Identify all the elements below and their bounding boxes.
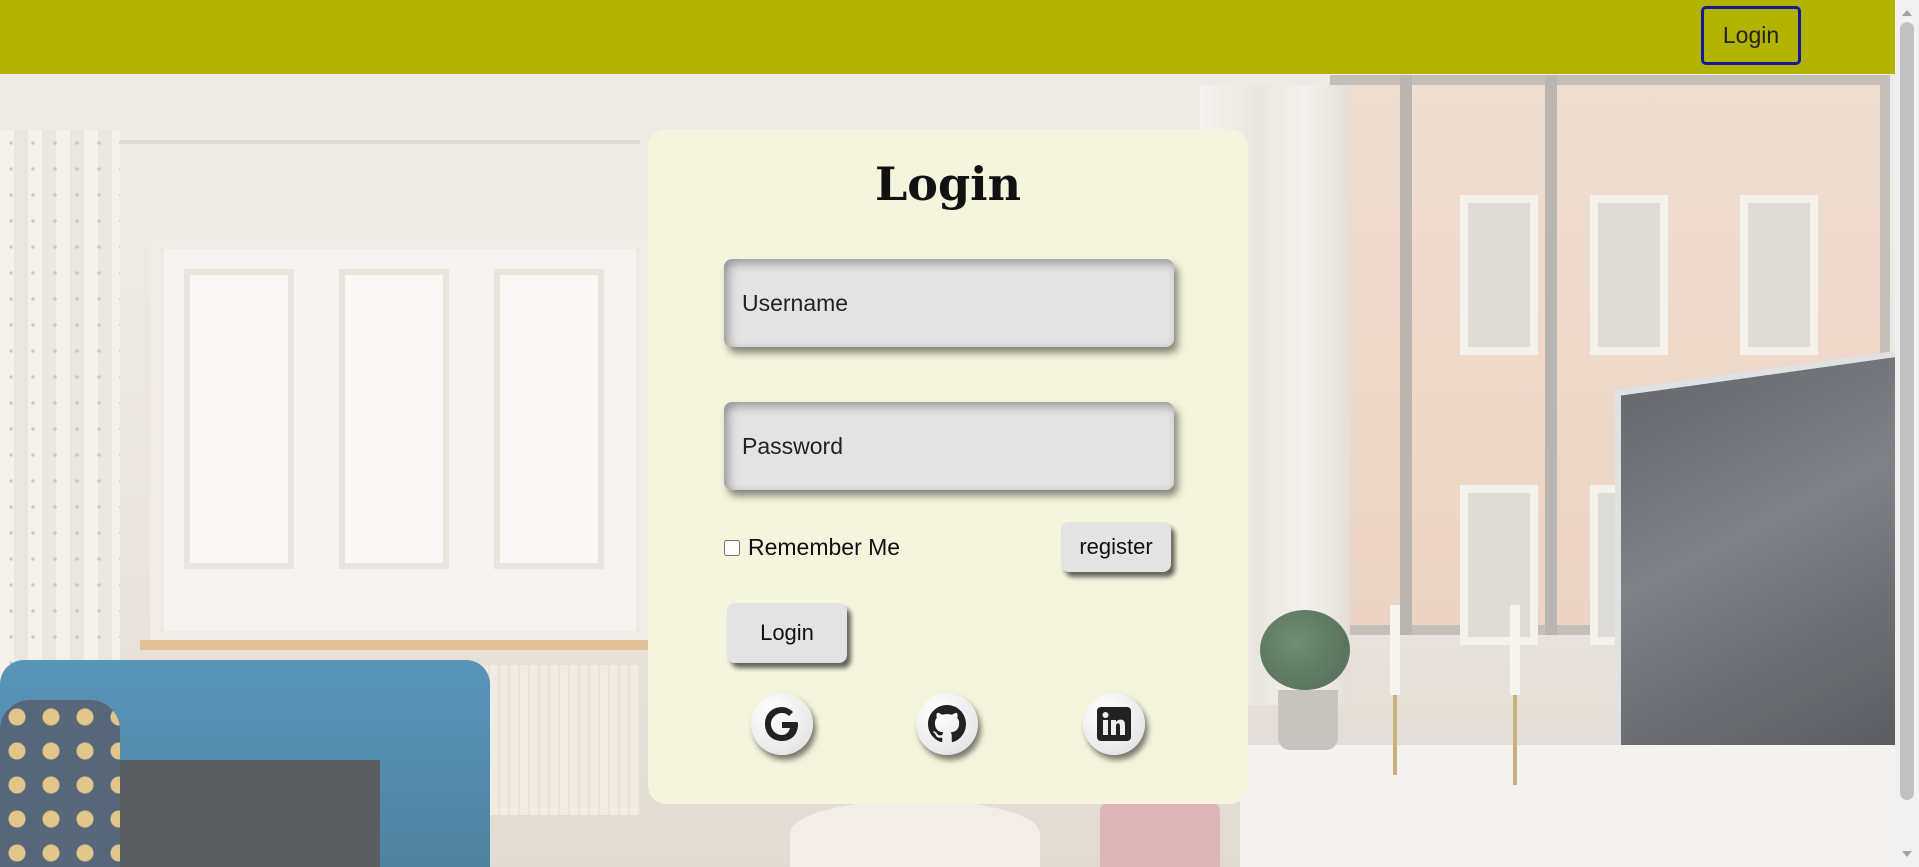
vertical-scrollbar[interactable] xyxy=(1895,0,1919,867)
remember-me-checkbox[interactable] xyxy=(724,539,740,556)
login-submit-button[interactable]: Login xyxy=(727,603,847,663)
nav-login-button[interactable]: Login xyxy=(1701,6,1801,65)
scroll-down-arrow-icon[interactable] xyxy=(1902,851,1912,857)
linkedin-login-button[interactable] xyxy=(1083,693,1145,755)
scroll-up-arrow-icon[interactable] xyxy=(1902,10,1912,16)
github-icon xyxy=(928,705,966,743)
login-card: Login Remember Me register Login xyxy=(648,129,1248,804)
linkedin-icon xyxy=(1097,707,1131,741)
username-input[interactable] xyxy=(724,259,1174,347)
register-button[interactable]: register xyxy=(1061,522,1171,572)
password-input[interactable] xyxy=(724,402,1174,490)
login-title: Login xyxy=(874,157,1022,211)
top-navbar: Login xyxy=(0,0,1895,74)
google-icon xyxy=(765,707,798,741)
remember-me[interactable]: Remember Me xyxy=(724,534,900,561)
github-login-button[interactable] xyxy=(916,693,978,755)
scrollbar-thumb[interactable] xyxy=(1900,22,1914,800)
remember-me-label: Remember Me xyxy=(748,534,901,560)
google-login-button[interactable] xyxy=(751,693,813,755)
